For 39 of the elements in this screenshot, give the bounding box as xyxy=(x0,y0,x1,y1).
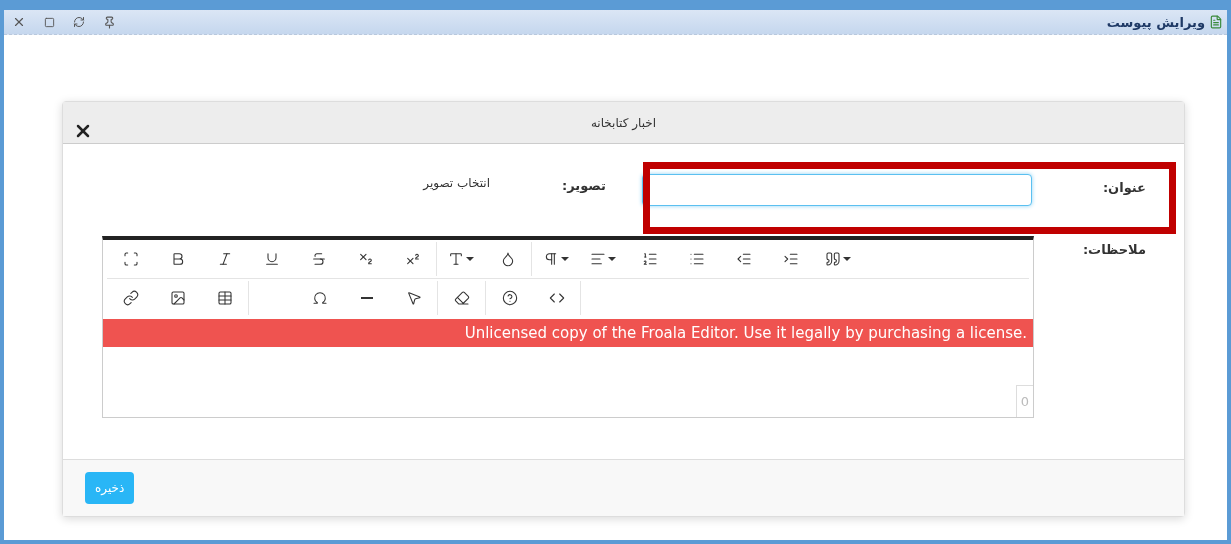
unordered-list-icon xyxy=(688,251,705,267)
clear-formatting-icon xyxy=(453,290,470,306)
link-icon xyxy=(122,290,139,306)
fullscreen-icon xyxy=(122,251,139,267)
table-icon xyxy=(216,290,233,306)
maximize-icon[interactable] xyxy=(44,16,55,28)
caret-icon xyxy=(842,257,851,261)
document-icon xyxy=(1209,15,1223,29)
image-icon xyxy=(169,290,186,306)
license-banner: Unlicensed copy of the Froala Editor. Use it legally by purchasing a license. xyxy=(103,319,1033,347)
align-icon xyxy=(589,251,606,267)
close-icon[interactable] xyxy=(12,15,26,29)
code-view-icon xyxy=(548,290,565,306)
outdent-icon xyxy=(735,251,752,267)
ordered-list-icon xyxy=(641,251,658,267)
caret-icon xyxy=(607,257,616,261)
notes-label: ملاحظات: xyxy=(1081,241,1146,257)
select-all-icon xyxy=(405,290,422,306)
window-title: ویرایش پیوست xyxy=(1106,14,1205,30)
font-size-icon xyxy=(447,251,464,267)
quote-icon xyxy=(824,251,841,267)
character-counter: 0 xyxy=(1015,385,1033,417)
caret-icon xyxy=(560,257,569,261)
title-label: عنوان: xyxy=(1101,179,1146,195)
underline-icon xyxy=(263,251,280,267)
superscript-icon xyxy=(404,251,421,267)
subscript-icon xyxy=(357,251,374,267)
dialog-title: اخبار کتابخانه xyxy=(590,115,657,130)
horizontal-line-icon xyxy=(360,297,373,299)
choose-image-link[interactable]: انتخاب تصویر xyxy=(423,174,490,190)
strikethrough-icon xyxy=(310,251,327,267)
title-input[interactable] xyxy=(642,174,1032,206)
refresh-icon[interactable] xyxy=(73,16,85,28)
pin-icon[interactable] xyxy=(103,15,116,29)
help-icon xyxy=(501,290,518,306)
special-character-icon xyxy=(311,290,328,306)
image-label: تصویر: xyxy=(562,177,606,193)
caret-icon xyxy=(465,257,474,261)
indent-icon xyxy=(782,251,799,267)
